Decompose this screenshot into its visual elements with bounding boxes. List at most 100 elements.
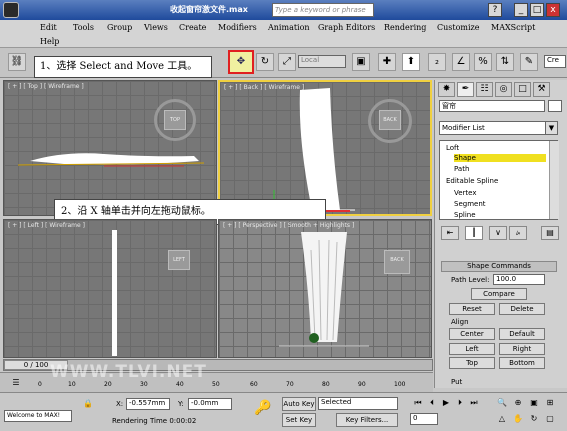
menu-rendering[interactable]: Rendering bbox=[384, 23, 426, 32]
track-tick: 90 bbox=[358, 381, 366, 388]
menu-animation[interactable]: Animation bbox=[268, 23, 310, 32]
display-tab-icon[interactable]: □ bbox=[514, 82, 531, 97]
menu-help[interactable]: Help bbox=[40, 37, 59, 46]
spinner-snap-icon[interactable]: ⇅ bbox=[496, 53, 514, 71]
modify-tab-icon[interactable]: ✒ bbox=[457, 82, 474, 97]
key-filters-button[interactable]: Key Filters... bbox=[336, 413, 398, 427]
menu-group[interactable]: Group bbox=[107, 23, 132, 32]
menu-edit[interactable]: Edit bbox=[40, 23, 57, 32]
align-default-button[interactable]: Default bbox=[499, 328, 545, 340]
zoom-all-icon[interactable]: ⊕ bbox=[512, 397, 524, 409]
path-level-input[interactable]: 100.0 bbox=[493, 274, 545, 285]
next-frame-icon[interactable]: ⏵ bbox=[454, 397, 466, 409]
transform-gizmo-icon[interactable]: ✚ bbox=[378, 53, 396, 71]
help-button[interactable]: ? bbox=[488, 3, 502, 17]
motion-tab-icon[interactable]: ◎ bbox=[495, 82, 512, 97]
field-of-view-icon[interactable]: △ bbox=[496, 413, 508, 425]
y-coord-field[interactable]: -0.0mm bbox=[188, 398, 232, 410]
viewport-perspective[interactable]: [ + ] [ Perspective ] [ Smooth + Highlig… bbox=[218, 219, 432, 358]
stack-item-vertex[interactable]: Vertex bbox=[454, 189, 477, 197]
align-right-button[interactable]: Right bbox=[499, 343, 545, 355]
menu-modifiers[interactable]: Modifiers bbox=[218, 23, 257, 32]
object-color-swatch[interactable] bbox=[548, 100, 562, 112]
search-input[interactable]: Type a keyword or phrase bbox=[272, 3, 374, 17]
goto-end-icon[interactable]: ⏭ bbox=[468, 397, 480, 409]
create-tab-icon[interactable]: ✸ bbox=[438, 82, 455, 97]
reset-button[interactable]: Reset bbox=[449, 303, 495, 315]
menu-maxscript[interactable]: MAXScript bbox=[491, 23, 535, 32]
chevron-down-icon[interactable]: ▼ bbox=[545, 121, 558, 135]
snap-toggle-icon[interactable]: ⬆ bbox=[402, 53, 420, 71]
play-icon[interactable]: ▶ bbox=[440, 397, 452, 409]
set-key-button[interactable]: Set Key bbox=[282, 413, 316, 427]
align-top-button[interactable]: Top bbox=[449, 357, 495, 369]
select-and-move-icon[interactable]: ✥ bbox=[228, 50, 254, 74]
make-unique-icon[interactable]: ∨ bbox=[489, 226, 507, 240]
percent-snap-icon[interactable]: % bbox=[474, 53, 492, 71]
track-tick: 70 bbox=[286, 381, 294, 388]
remove-modifier-icon[interactable]: ⭟ bbox=[509, 226, 527, 240]
object-name-field[interactable]: 窗帘 bbox=[439, 100, 545, 112]
stack-item-path[interactable]: Path bbox=[454, 165, 469, 173]
edit-named-selection-icon[interactable]: ✎ bbox=[520, 53, 538, 71]
configure-sets-icon[interactable]: ▤ bbox=[541, 226, 559, 240]
angle-snap-icon[interactable]: ∠ bbox=[452, 53, 470, 71]
key-icon[interactable]: 🔑 bbox=[254, 401, 271, 415]
goto-start-icon[interactable]: ⏮ bbox=[412, 397, 424, 409]
path-level-label: Path Level: bbox=[451, 276, 490, 284]
viewport-back[interactable]: [ + ] [ Back ] [ Wireframe ] BACK bbox=[218, 80, 432, 216]
orbit-icon[interactable]: ↻ bbox=[528, 413, 540, 425]
pan-icon[interactable]: ✋ bbox=[512, 413, 524, 425]
stack-item-segment[interactable]: Segment bbox=[454, 200, 486, 208]
x-coord-field[interactable]: -0.557mm bbox=[126, 398, 170, 410]
delete-button[interactable]: Delete bbox=[499, 303, 545, 315]
current-frame-field[interactable]: 0 bbox=[410, 413, 438, 425]
align-bottom-button[interactable]: Bottom bbox=[499, 357, 545, 369]
auto-key-button[interactable]: Auto Key bbox=[282, 397, 316, 411]
named-selection-field[interactable]: Cre bbox=[544, 55, 566, 68]
prev-frame-icon[interactable]: ⏴ bbox=[426, 397, 438, 409]
pin-stack-icon[interactable]: ⇤ bbox=[441, 226, 459, 240]
zoom-extents-all-icon[interactable]: ⊞ bbox=[544, 397, 556, 409]
shape-commands-rollout[interactable]: Shape Commands bbox=[441, 261, 557, 272]
snap-3d-icon[interactable]: ₂ bbox=[428, 53, 446, 71]
modifier-list-select[interactable]: Modifier List bbox=[439, 121, 558, 135]
maximize-viewport-icon[interactable]: ▢ bbox=[544, 413, 556, 425]
select-and-scale-icon[interactable]: ⤢ bbox=[278, 53, 296, 71]
align-center-button[interactable]: Center bbox=[449, 328, 495, 340]
pivot-center-icon[interactable]: ▣ bbox=[352, 53, 370, 71]
hierarchy-tab-icon[interactable]: ☷ bbox=[476, 82, 493, 97]
zoom-extents-icon[interactable]: ▣ bbox=[528, 397, 540, 409]
track-filter-icon[interactable]: ☰ bbox=[10, 377, 22, 389]
viewport-left[interactable]: [ + ] [ Left ] [ Wireframe ] LEFT bbox=[3, 219, 217, 358]
stack-item-loft[interactable]: Loft bbox=[446, 144, 459, 152]
show-end-result-icon[interactable]: ┃ bbox=[465, 226, 483, 240]
lock-selection-icon[interactable]: 🔒 bbox=[82, 398, 94, 410]
select-and-rotate-icon[interactable]: ↻ bbox=[256, 53, 274, 71]
link-icon[interactable]: ⛓ bbox=[8, 53, 26, 71]
app-logo-icon[interactable] bbox=[3, 2, 19, 18]
align-left-button[interactable]: Left bbox=[449, 343, 495, 355]
compare-button[interactable]: Compare bbox=[471, 288, 527, 300]
stack-item-editable-spline[interactable]: Editable Spline bbox=[446, 177, 498, 185]
maximize-button[interactable]: □ bbox=[530, 3, 544, 17]
viewport-top[interactable]: [ + ] [ Top ] [ Wireframe ] TOP bbox=[3, 80, 217, 216]
close-button[interactable]: x bbox=[546, 3, 560, 17]
curtain-back-shape bbox=[230, 88, 355, 212]
menu-views[interactable]: Views bbox=[144, 23, 168, 32]
maxscript-listener[interactable]: Welcome to MAX! bbox=[4, 410, 72, 422]
stack-item-spline[interactable]: Spline bbox=[454, 211, 476, 219]
zoom-icon[interactable]: 🔍 bbox=[496, 397, 508, 409]
stack-item-shape[interactable]: Shape bbox=[454, 154, 546, 162]
viewcube[interactable]: LEFT bbox=[168, 250, 190, 270]
status-bar: 🔒 X: -0.557mm Y: -0.0mm 🔑 Auto Key Selec… bbox=[0, 392, 567, 431]
minimize-button[interactable]: _ bbox=[514, 3, 528, 17]
menu-customize[interactable]: Customize bbox=[437, 23, 480, 32]
key-mode-select[interactable]: Selected bbox=[318, 397, 398, 410]
stack-scrollbar[interactable] bbox=[549, 141, 559, 219]
menu-create[interactable]: Create bbox=[179, 23, 206, 32]
menu-graph-editors[interactable]: Graph Editors bbox=[318, 23, 375, 32]
reference-coordinate-select[interactable]: Local bbox=[298, 55, 346, 68]
utilities-tab-icon[interactable]: ⚒ bbox=[533, 82, 550, 97]
menu-tools[interactable]: Tools bbox=[73, 23, 94, 32]
